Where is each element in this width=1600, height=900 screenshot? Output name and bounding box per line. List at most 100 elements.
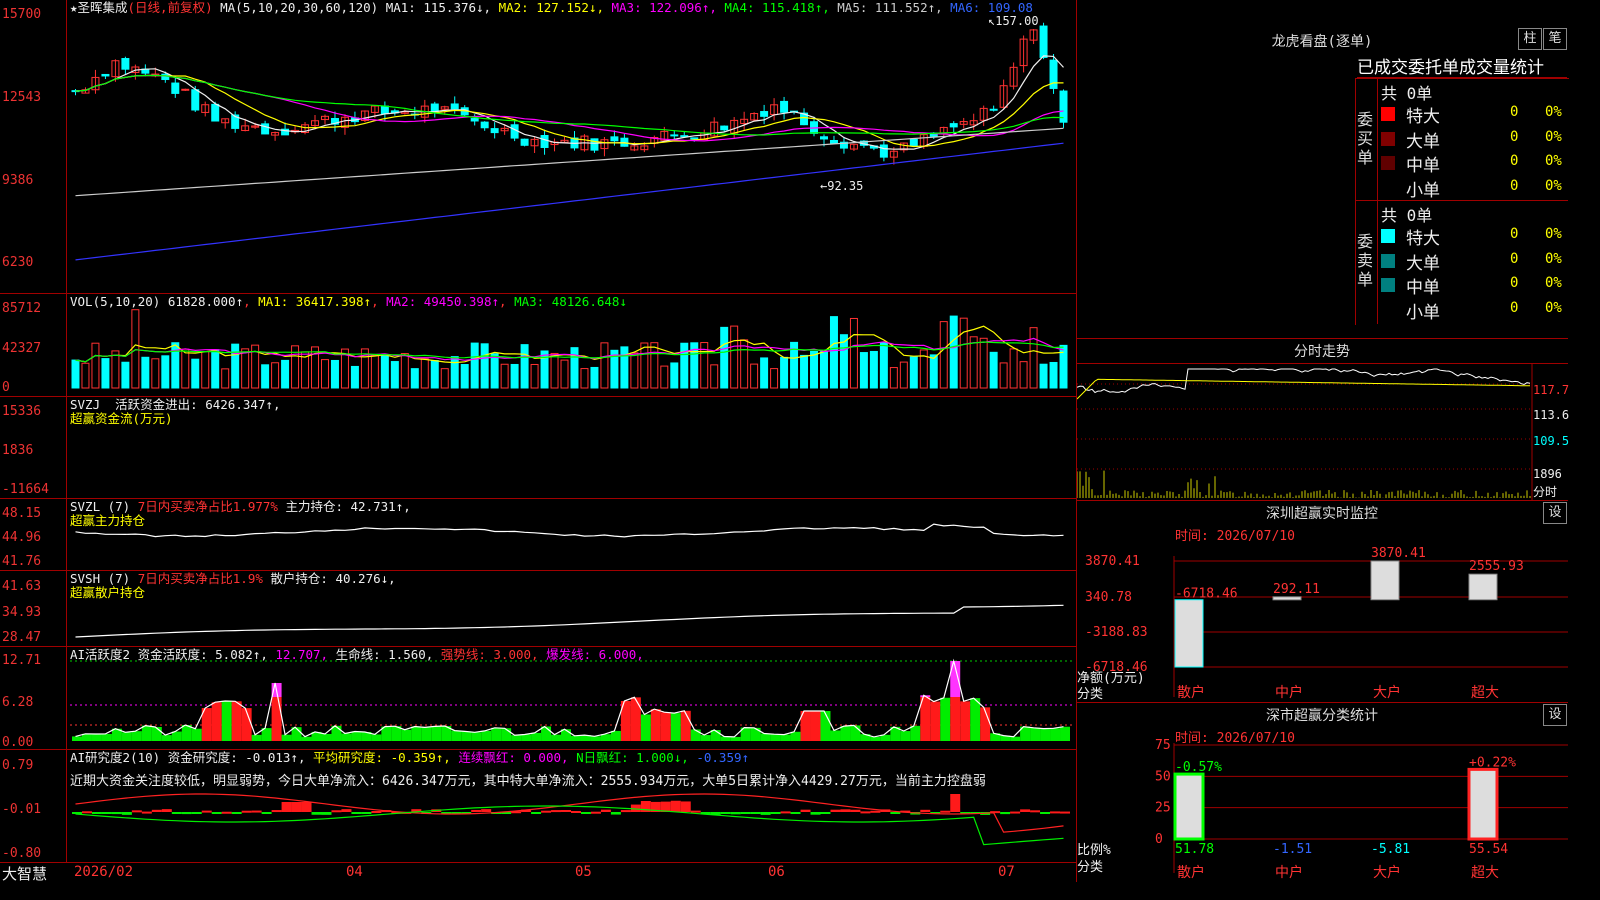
sz-bar-chart[interactable]: 3870.41340.78-3188.83-6718.46散户-6718.46中… (1077, 501, 1568, 702)
sz-ytick: -3188.83 (1085, 625, 1148, 640)
volume-bar (101, 358, 110, 389)
candle-body (780, 100, 789, 113)
swatch (1381, 131, 1395, 146)
research-bar (361, 812, 372, 814)
flow-bar (84, 456, 88, 459)
ss-category: 散户 (1177, 864, 1205, 881)
order-percent: 0% (1545, 177, 1562, 194)
flow-bar (553, 457, 557, 459)
ma-value-5: MA5: 111.552↑, (837, 0, 951, 15)
volume-pane[interactable]: VOL(5,10,20) 61828.000↑, MA1: 36417.398↑… (0, 294, 1076, 397)
sell-side-label: 委卖单 (1357, 232, 1374, 289)
ai-research-chart[interactable] (0, 750, 1076, 862)
lhb-tab[interactable]: 已成交委托单成交量统计 (1357, 53, 1567, 78)
ytick: 1836 (2, 443, 34, 458)
kline-chart[interactable] (0, 0, 1076, 293)
volume-bar (81, 362, 90, 389)
intraday-panel[interactable]: 分时走势 117.7 113.6 109.5 1896 分时 (1077, 339, 1569, 501)
volume-bar (141, 356, 150, 389)
ai2-extra: -0.359↑ (696, 750, 750, 765)
flow-bar (1052, 459, 1056, 462)
ytick: 6.28 (2, 695, 34, 710)
sz-monitor-panel[interactable]: 深圳超赢实时监控 设 时间: 2026/07/10 3870.41 340.78-… (1077, 501, 1568, 703)
activity-bar (471, 732, 482, 741)
candle-body (450, 103, 459, 110)
intraday-chart[interactable] (1077, 339, 1568, 500)
research-bar (91, 812, 102, 814)
flow-bar (123, 457, 128, 459)
volume-bar (929, 354, 938, 389)
ytick: -0.01 (2, 802, 42, 817)
flow-bar (513, 457, 517, 459)
activity-bar (1060, 726, 1070, 741)
activity-bar (171, 731, 182, 741)
kline-pane[interactable]: ★圣晖集成(日线,前复权) MA(5,10,20,30,60,120) MA1:… (0, 0, 1076, 294)
ss-bar-chart[interactable]: 75 50 25 0 -0.57% 51.78 散户 -1.51 中户 -5.81 大户 +0.22%… (1077, 703, 1568, 882)
volume-legend: VOL(5,10,20) 61828.000↑, MA1: 36417.398↑… (70, 294, 627, 309)
svsh-subtitle: 超赢散户持仓 (70, 585, 146, 600)
flow-bar (962, 416, 966, 459)
ss-bar-value: 51.78 (1175, 842, 1214, 857)
ai-activity-pane[interactable]: AI活跃度2 资金活跃度: 5.082↑, 12.707, 生命线: 1.560… (0, 647, 1076, 750)
order-percent: 0% (1545, 299, 1562, 316)
flow-bar (193, 455, 197, 459)
flow-bar (373, 459, 377, 463)
ai-activity-chart[interactable] (0, 647, 1076, 749)
flow-bar (702, 459, 706, 462)
activity-bar (690, 729, 701, 741)
flow-bar (652, 457, 657, 459)
activity-bar (221, 701, 232, 741)
research-bar (131, 810, 142, 813)
flow-bar (283, 420, 287, 459)
bar-mode-button[interactable]: 柱 (1518, 28, 1542, 50)
volume-bar (600, 342, 609, 389)
volume-bar (949, 315, 958, 389)
svzl-pane[interactable]: SVZL (7) 7日内买卖净占比1.977% 主力持仓: 42.731↑, 超… (0, 499, 1076, 571)
flow-bar (483, 458, 487, 459)
research-bar (850, 809, 861, 812)
research-bar (940, 810, 951, 813)
flow-bar (892, 459, 896, 482)
candle-body (670, 134, 679, 137)
volume-bar (1049, 361, 1058, 389)
volume-bar (859, 352, 868, 389)
candle-body (520, 138, 529, 146)
buy-side-label: 委买单 (1357, 110, 1374, 167)
ma-value-3: MA3: 122.096↑, (611, 0, 725, 15)
volume-bar (849, 317, 858, 389)
ss-ytick: 75 (1155, 738, 1171, 753)
volume-bar (520, 344, 529, 389)
activity-bar (830, 730, 841, 741)
ytick: -0.80 (2, 846, 42, 861)
svzj-pane[interactable]: SVZJ 活跃资金进出: 6426.347↑, 超赢资金流(万元) 15336 … (0, 397, 1076, 499)
flow-bar (692, 457, 696, 459)
flow-bar (642, 459, 647, 462)
flow-bar (1002, 459, 1006, 463)
ai-research-pane[interactable]: AI研究度2(10) 资金研究度: -0.013↑, 平均研究度: -0.359… (0, 750, 1076, 863)
ma-value-1: MA1: 115.376↓, (385, 0, 499, 15)
research-bar (181, 812, 192, 815)
flow-bar (682, 459, 687, 464)
ss-stats-panel[interactable]: 深市超赢分类统计 设 时间: 2026/07/10 75 50 25 0 -0.57% 5… (1077, 703, 1568, 882)
flow-bar (433, 456, 437, 459)
activity-bar (1050, 728, 1061, 741)
tick-mode-button[interactable]: 笔 (1543, 28, 1567, 50)
svsh-legend: SVSH (7) 7日内买卖净占比1.9% 散户持仓: 40.276↓, 超赢散… (70, 572, 396, 600)
activity-bar (151, 726, 162, 741)
svzj-subtitle: 超赢资金流(万元) (70, 411, 173, 426)
volume-chart[interactable] (0, 294, 1076, 396)
ai-activity-legend: AI活跃度2 资金活跃度: 5.082↑, 12.707, 生命线: 1.560… (70, 648, 644, 662)
flow-bar (263, 456, 267, 459)
volume-bar (530, 363, 539, 389)
flow-bar (253, 459, 257, 462)
research-bar (531, 812, 542, 814)
volume-bar (121, 361, 130, 389)
ma-label: MA(5,10,20,30,60,120) (220, 0, 379, 15)
activity-bar (660, 712, 671, 741)
research-bar (81, 811, 92, 814)
flow-bar (603, 459, 607, 461)
svsh-pane[interactable]: SVSH (7) 7日内买卖净占比1.9% 散户持仓: 40.276↓, 超赢散… (0, 571, 1076, 647)
flow-bar (413, 457, 417, 459)
volume-bar (620, 346, 629, 389)
research-bar (541, 810, 552, 813)
